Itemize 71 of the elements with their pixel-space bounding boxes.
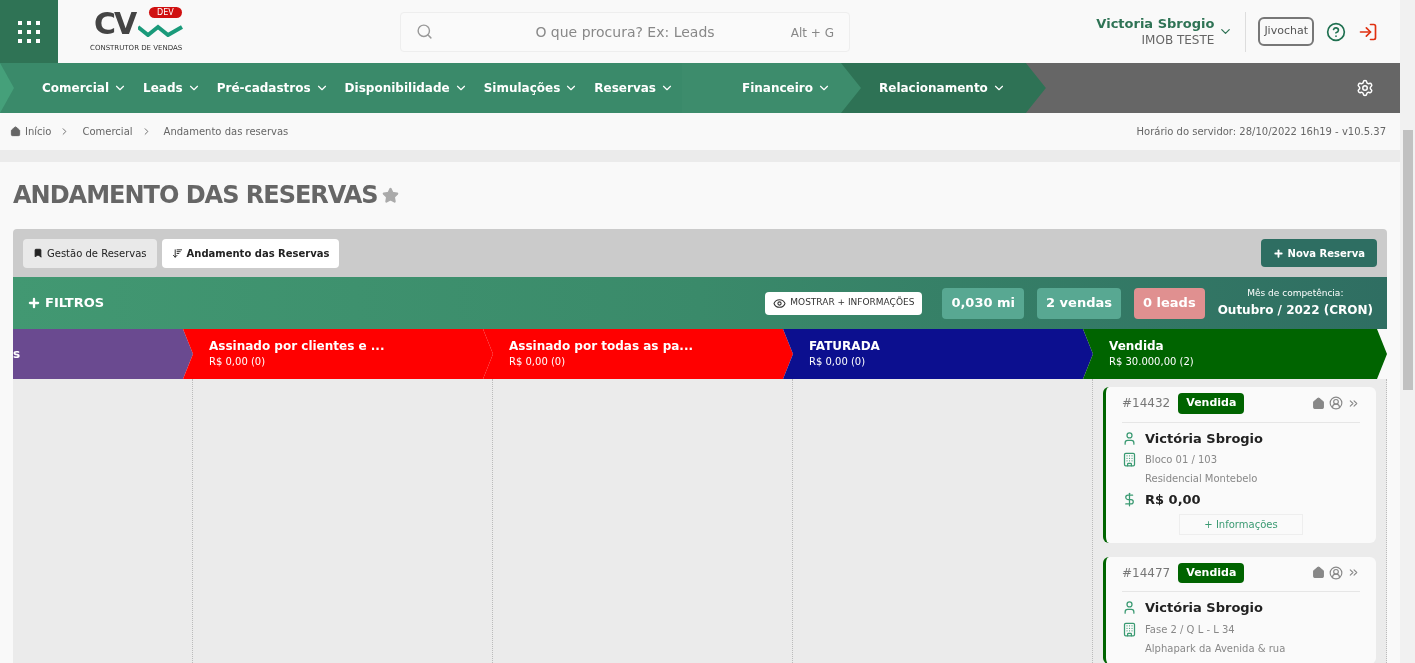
server-time: Horário do servidor: 28/10/2022 16h19 - v10.5.37 (1136, 125, 1386, 139)
reservation-id: #14432 (1122, 395, 1171, 413)
stage-title: Assinado por clientes e ... (209, 338, 386, 354)
dollar-icon (1122, 492, 1137, 508)
person-icon (1122, 600, 1137, 616)
logout-icon[interactable] (1358, 21, 1378, 42)
page-title: ANDAMENTO DAS RESERVAS (13, 180, 378, 211)
grid-icon (17, 19, 41, 44)
apps-grid-button[interactable] (0, 0, 58, 63)
stage-title: Vendida (1109, 338, 1165, 354)
eye-icon (773, 296, 787, 310)
stat-badge: 2 vendas (1037, 287, 1121, 319)
show-more-button[interactable]: MOSTRAR + INFORMAÇÕES (765, 291, 923, 315)
user-icon[interactable] (1329, 396, 1343, 411)
client-name: Victória Sbrogio (1145, 599, 1263, 617)
nav-menu-item[interactable]: Simulações (475, 63, 587, 113)
shortcut-hint: Alt + G (790, 24, 834, 42)
bookmark-icon (33, 248, 43, 258)
house-icon[interactable] (1312, 396, 1325, 410)
nav-menu-item[interactable]: Reservas (586, 63, 682, 113)
house-icon[interactable] (1312, 566, 1325, 580)
user-icon[interactable] (1329, 565, 1343, 580)
chat-button[interactable]: Jivochat (1258, 17, 1314, 46)
scrollbar[interactable] (1400, 0, 1415, 663)
person-icon (1122, 430, 1137, 446)
view-tab[interactable]: Gestão de Reservas (23, 238, 157, 268)
stage-total: R$ 0,00 (0) (209, 355, 267, 369)
nav-chevron-decoration (0, 63, 34, 113)
month-label: Mês de competência: (1247, 287, 1344, 301)
help-icon[interactable] (1326, 21, 1346, 42)
nav-menu-item[interactable]: Relacionamento (841, 63, 1046, 113)
settings-icon[interactable] (1356, 79, 1374, 97)
stat-badge: 0 leads (1133, 287, 1205, 319)
stat-badge: 0,030 mi (942, 287, 1025, 319)
project-text: Alphapark da Avenida & rua (1145, 641, 1287, 656)
stage-total: R$ 0,00 (0) (509, 355, 567, 369)
stage-title: Assinado por todas as pa... (509, 338, 695, 354)
stage-title: FATURADA (809, 338, 881, 354)
unit-text: Fase 2 / Q L - L 34 (1145, 622, 1235, 637)
view-tab[interactable]: Andamento das Reservas (161, 238, 340, 268)
search-icon (416, 22, 433, 40)
user-name[interactable]: Victoria Sbrogio (1096, 15, 1215, 32)
month-value: Outubro / 2022 (CRON) (1217, 301, 1373, 319)
nav-menu-item[interactable]: Pré-cadastros (208, 63, 337, 113)
plus-icon (1272, 247, 1284, 259)
company-name: IMOB TESTE (1141, 31, 1215, 48)
unit-text: Bloco 01 / 103 (1145, 453, 1218, 467)
breadcrumb-link[interactable]: Comercial (82, 124, 133, 139)
nav-menu-item[interactable]: Financeiro (681, 63, 861, 113)
sort-icon (171, 247, 183, 259)
status-tag: Vendida (1178, 562, 1245, 583)
new-reservation-button[interactable]: Nova Reserva (1260, 239, 1377, 267)
stage-total: R$ 30.000,00 (2) (1109, 355, 1195, 369)
building-icon (1122, 621, 1137, 637)
building-icon (1122, 452, 1137, 467)
reservation-id: #14477 (1122, 564, 1171, 582)
stage-total: R$ 0,00 (0) (809, 355, 867, 369)
plus-icon (27, 296, 41, 310)
stage-title: s (13, 346, 22, 362)
project-text: Residencial Montebelo (1145, 472, 1259, 486)
value-text: R$ 0,00 (1145, 491, 1201, 509)
filters-toggle[interactable]: FILTROS (27, 293, 105, 313)
nav-menu-item[interactable]: Leads (135, 63, 209, 113)
nav-menu-item[interactable]: Comercial (34, 63, 136, 113)
star-icon[interactable] (381, 186, 399, 204)
nav-menu-item[interactable]: Disponibilidade (336, 63, 476, 113)
breadcrumb-link[interactable]: Início (25, 124, 52, 139)
client-name: Victória Sbrogio (1145, 429, 1263, 448)
home-icon (10, 126, 21, 137)
status-tag: Vendida (1178, 393, 1245, 414)
more-info-button[interactable]: + Informações (1179, 513, 1303, 535)
